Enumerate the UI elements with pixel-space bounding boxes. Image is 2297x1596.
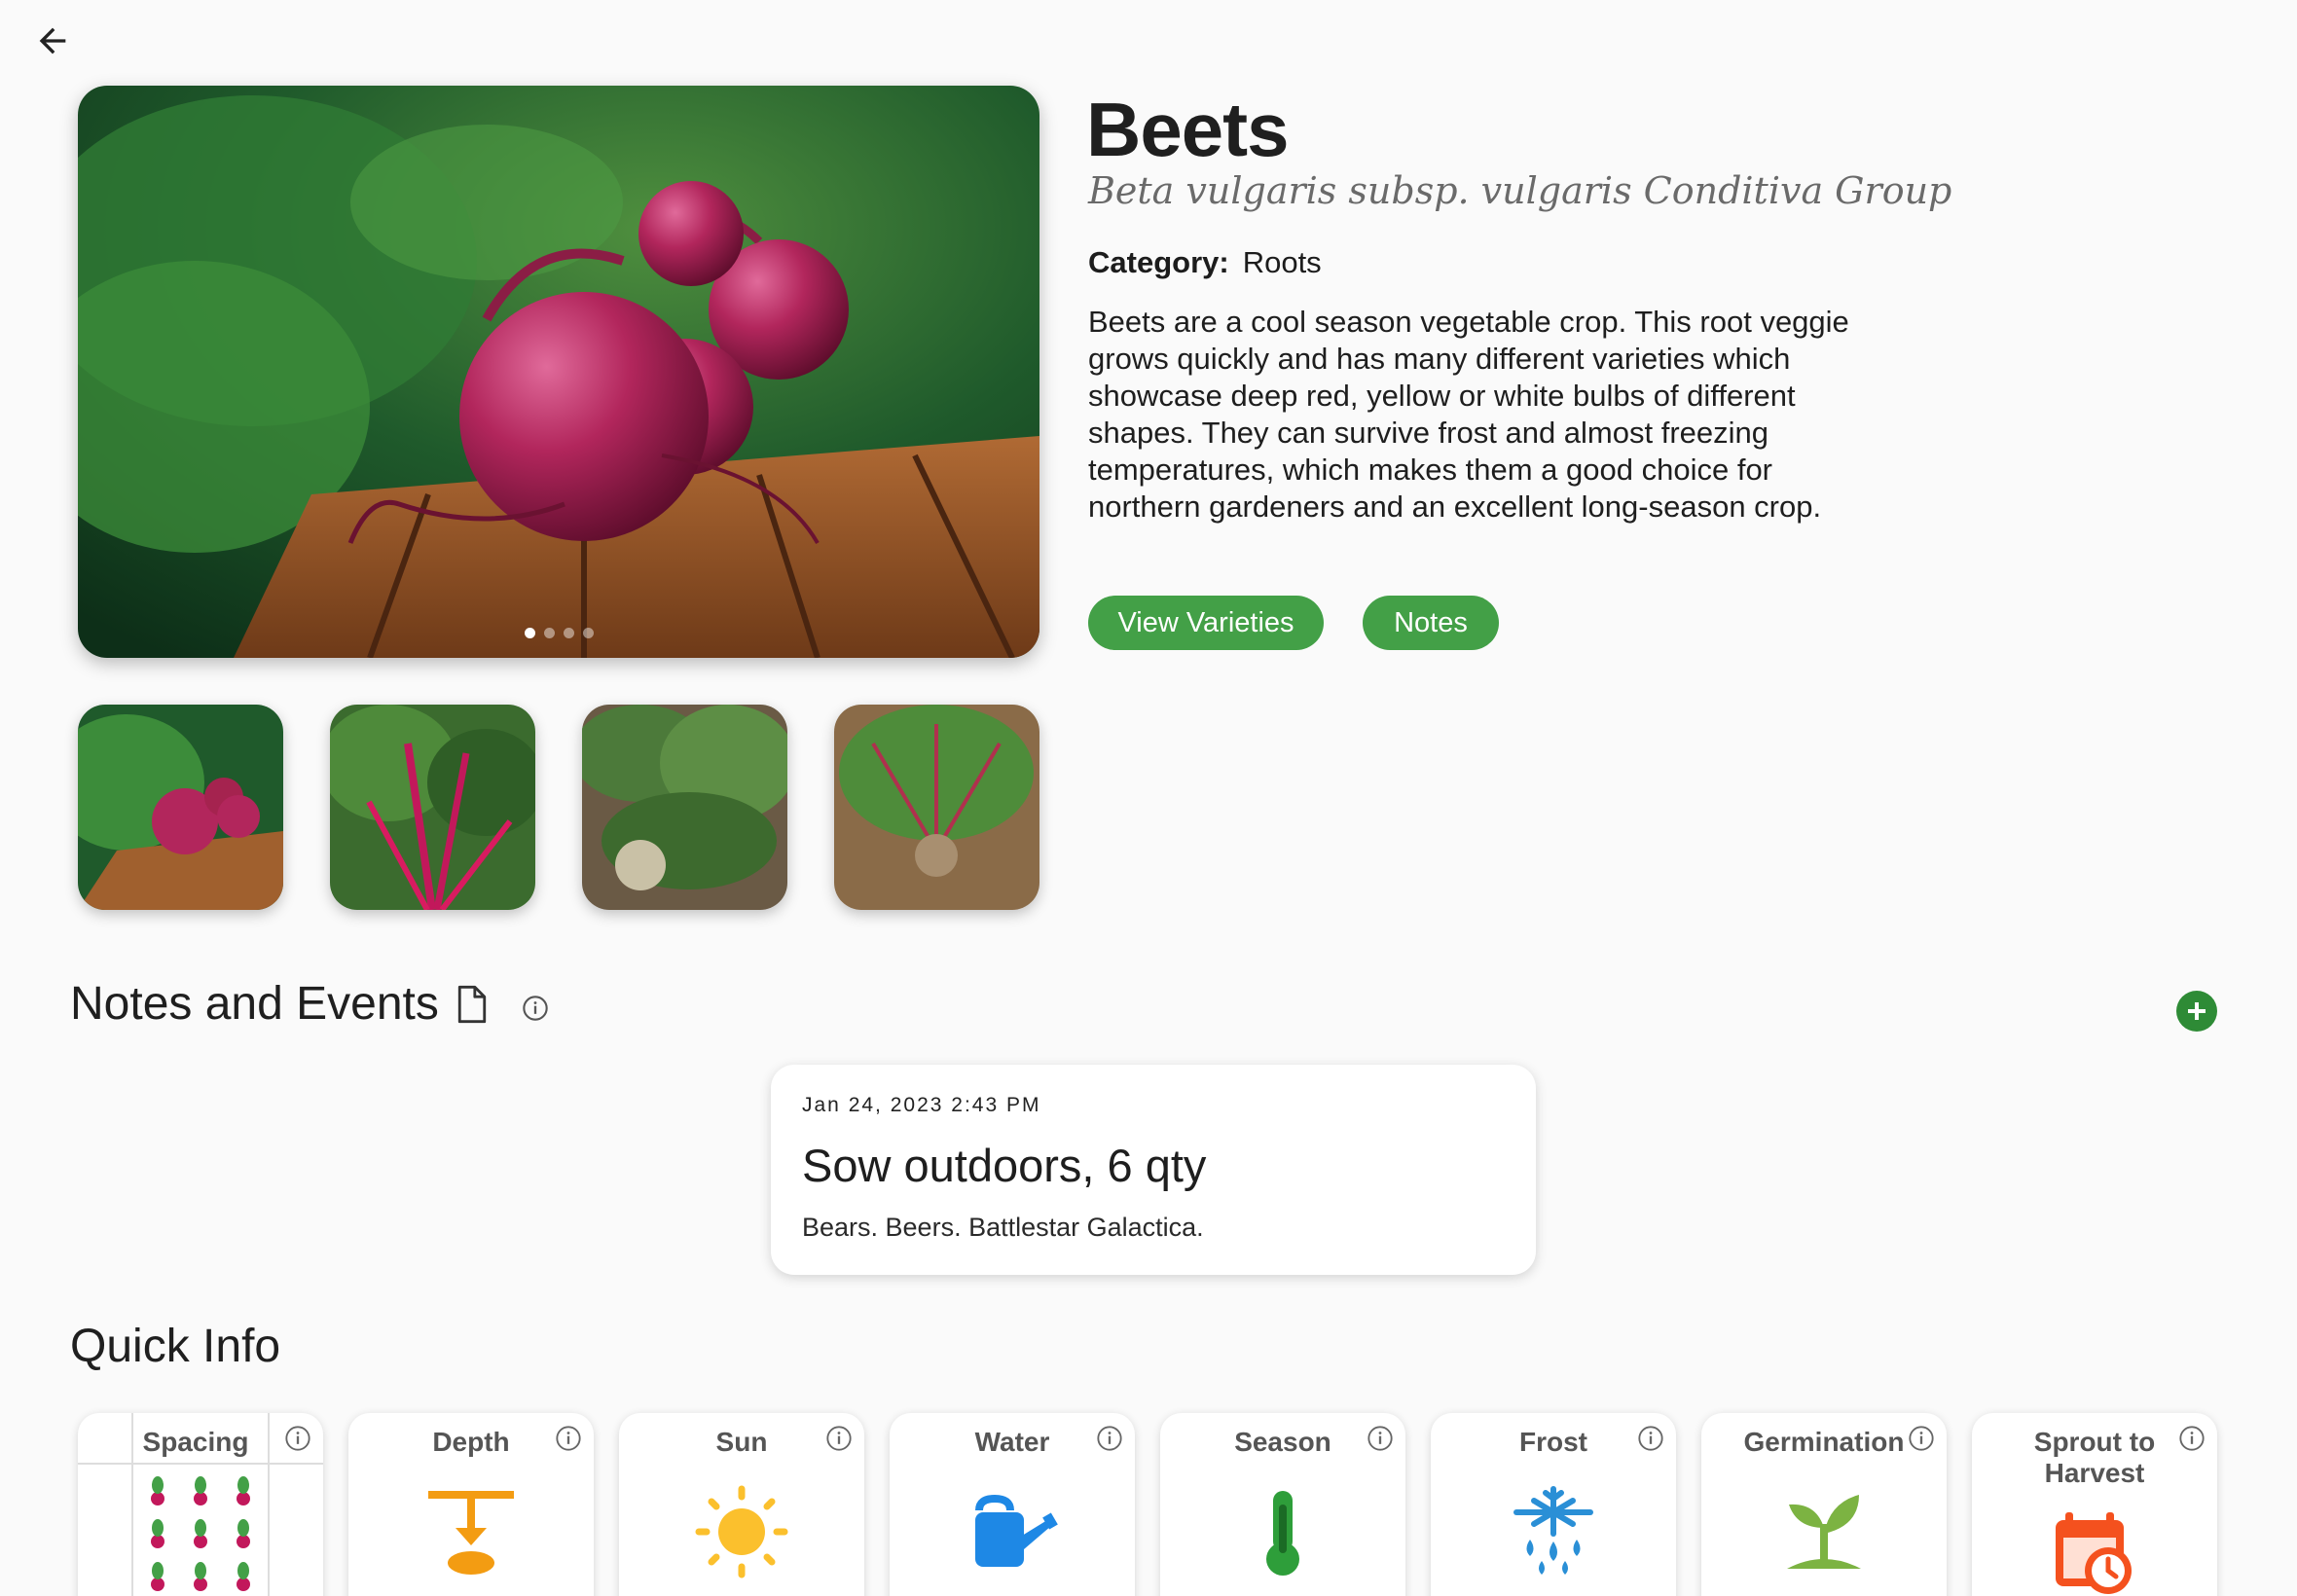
info-icon[interactable]: [2178, 1425, 2206, 1457]
info-icon[interactable]: [825, 1425, 853, 1457]
quick-info-spacing[interactable]: Spacing: [78, 1413, 323, 1596]
sun-icon: [695, 1485, 788, 1578]
carousel-dot[interactable]: [543, 628, 555, 638]
notes-events-heading: Notes and Events: [70, 978, 439, 1030]
info-icon[interactable]: [284, 1425, 311, 1457]
info-icon[interactable]: [1096, 1425, 1123, 1457]
quick-info-label: Spacing: [142, 1427, 249, 1457]
add-note-button[interactable]: [2176, 991, 2217, 1032]
sprout-icon: [1787, 1495, 1861, 1569]
quick-info-water[interactable]: Water: [890, 1413, 1135, 1596]
calendar-clock-icon: [2056, 1512, 2132, 1594]
plus-icon: [2188, 1002, 2206, 1020]
quick-info-sun[interactable]: Sun: [619, 1413, 864, 1596]
info-icon[interactable]: [1367, 1425, 1394, 1457]
thermometer-icon: [1266, 1491, 1299, 1576]
carousel-dot[interactable]: [582, 628, 594, 638]
plant-name: Beets: [1086, 87, 1289, 172]
quick-info-germination[interactable]: Germination: [1701, 1413, 1947, 1596]
info-icon[interactable]: [1908, 1425, 1935, 1457]
category-value: Roots: [1242, 245, 1322, 279]
event-body: Bears. Beers. Battlestar Galactica.: [802, 1213, 1204, 1242]
category-label: Category:: [1088, 245, 1229, 279]
event-card[interactable]: Jan 24, 2023 2:43 PM Sow outdoors, 6 qty…: [771, 1065, 1536, 1275]
arrow-back-icon: [39, 27, 66, 54]
info-icon[interactable]: [555, 1425, 582, 1457]
info-icon[interactable]: [522, 995, 549, 1027]
plant-description: Beets are a cool season vegetable crop. …: [1088, 305, 1849, 524]
thumbnail-beet-seedling[interactable]: [834, 705, 1039, 910]
view-varieties-button[interactable]: View Varieties: [1088, 596, 1324, 650]
frost-icon: [1513, 1486, 1593, 1575]
event-date: Jan 24, 2023 2:43 PM: [802, 1094, 1041, 1116]
quick-info-cards: Spacing Depth Sun Water Season Frost Ger…: [78, 1413, 2219, 1596]
notes-button[interactable]: Notes: [1363, 596, 1499, 650]
thumbnail-beet-plant[interactable]: [582, 705, 787, 910]
info-icon[interactable]: [1637, 1425, 1664, 1457]
plant-category: Category: Roots: [1088, 245, 1322, 280]
carousel-indicators: [78, 628, 1039, 638]
quick-info-sprout-to-harvest[interactable]: Sprout to Harvest: [1972, 1413, 2217, 1596]
watering-can-icon: [975, 1494, 1058, 1567]
carousel-dot[interactable]: [563, 628, 574, 638]
thumbnail-beets-on-wood[interactable]: [78, 705, 283, 910]
quick-info-heading: Quick Info: [70, 1321, 281, 1372]
hero-image-carousel[interactable]: [78, 86, 1039, 658]
quick-info-season[interactable]: Season: [1160, 1413, 1405, 1596]
carousel-dot[interactable]: [524, 628, 535, 638]
back-button[interactable]: [29, 18, 76, 64]
thumbnail-strip: [78, 705, 1039, 910]
quick-info-frost[interactable]: Frost: [1431, 1413, 1676, 1596]
plant-scientific-name: Beta vulgaris subsp. vulgaris Conditiva …: [1088, 169, 1952, 212]
thumbnail-beet-leaves[interactable]: [330, 705, 535, 910]
quick-info-depth[interactable]: Depth: [348, 1413, 594, 1596]
document-icon[interactable]: [456, 985, 489, 1029]
hero-beets-image: [78, 86, 1039, 658]
depth-icon: [428, 1491, 514, 1575]
event-title: Sow outdoors, 6 qty: [802, 1140, 1207, 1191]
